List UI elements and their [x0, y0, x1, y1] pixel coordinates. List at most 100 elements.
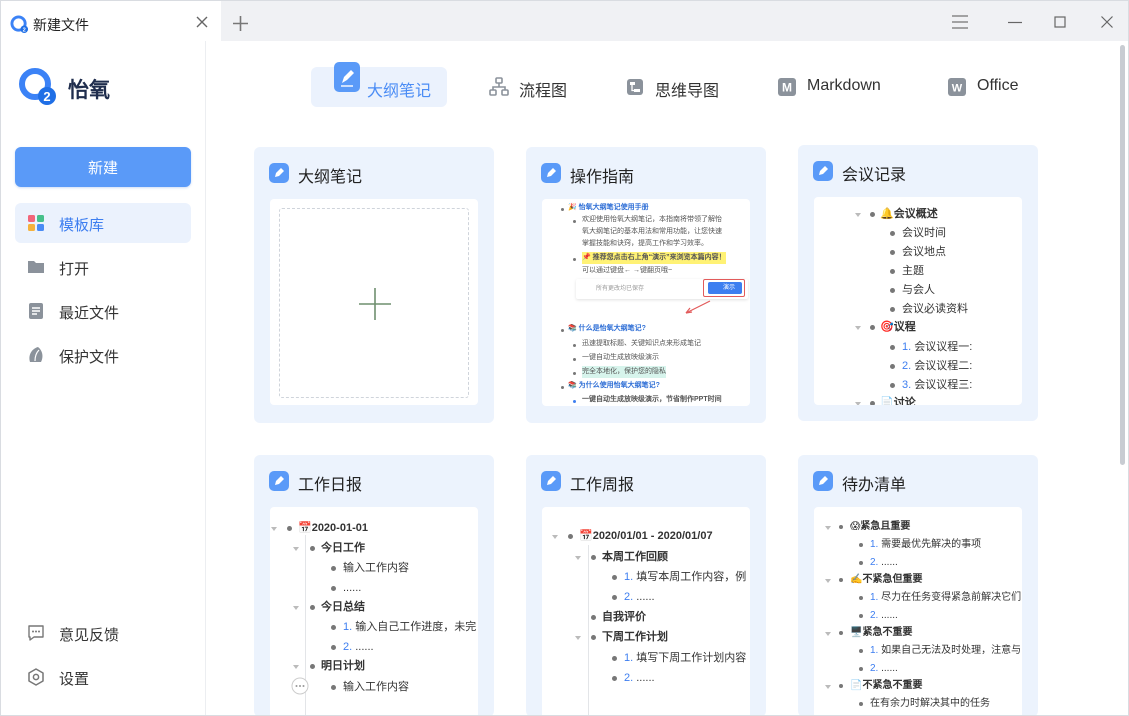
- tab-label: 流程图: [519, 83, 568, 100]
- outline-line: 📄讨论: [880, 397, 916, 405]
- template-card-guide[interactable]: 操作指南 🎉 怡氧大纲笔记使用手册 欢迎使用怡氧大纲笔记，本指南将带领了解怡 氧…: [526, 147, 766, 423]
- card-title: 待办清单: [842, 477, 907, 494]
- scrollbar-thumb[interactable]: [1120, 45, 1125, 465]
- outline-line: 😱紧急且重要: [850, 521, 911, 532]
- sidebar-item-protected[interactable]: 保护文件: [15, 335, 191, 375]
- brand-name: 怡氧: [68, 79, 110, 102]
- outline-note-icon: [813, 471, 833, 491]
- plus-icon[interactable]: [232, 15, 249, 32]
- outline-line: 1. 输入自己工作进度，未完: [343, 621, 477, 633]
- hamburger-icon[interactable]: [951, 13, 969, 31]
- feedback-icon: [28, 625, 44, 641]
- outline-line: 1. 如果自己无法及时处理，注意与: [870, 645, 1022, 656]
- close-icon[interactable]: [195, 15, 209, 29]
- sidebar-item-label: 模板库: [59, 217, 105, 234]
- settings-button[interactable]: 设置: [15, 657, 191, 697]
- tab-mindmap[interactable]: 思维导图: [615, 67, 735, 107]
- sidebar-item-templates[interactable]: 模板库: [15, 203, 191, 243]
- outline-line: 2. 会议议程二:: [902, 360, 973, 372]
- tab-flowchart[interactable]: 流程图: [479, 67, 589, 107]
- more-icon[interactable]: [291, 677, 309, 695]
- card-preview: [270, 199, 478, 405]
- minimize-icon[interactable]: [1006, 13, 1024, 31]
- tab-label: Markdown: [807, 77, 881, 94]
- blank-template-area[interactable]: [279, 208, 469, 398]
- close-window-icon[interactable]: [1098, 13, 1116, 31]
- outline-line: 本周工作回顾: [602, 551, 668, 563]
- outline-line: 📄不紧急不重要: [850, 680, 923, 691]
- outline-line: 今日总结: [321, 601, 365, 613]
- new-button[interactable]: 新建: [15, 147, 191, 187]
- outline-line: 今日工作: [321, 542, 365, 554]
- tab-label: 大纲笔记: [367, 83, 432, 100]
- outline-line: 🎯议程: [880, 321, 916, 333]
- outline-line: 2. ......: [624, 591, 655, 603]
- outline-line: 在有余力时解决其中的任务: [870, 698, 990, 709]
- outline-line: 自我评价: [602, 611, 646, 623]
- sidebar-item-recent[interactable]: 最近文件: [15, 291, 191, 331]
- preview-line: 所有更改均已保存: [596, 286, 645, 292]
- sidebar-item-label: 保护文件: [59, 349, 120, 366]
- template-card-weekly[interactable]: 工作周报 📅2020/01/01 - 2020/01/07 本周工作回顾 1. …: [526, 455, 766, 715]
- settings-icon: [28, 668, 44, 686]
- svg-text:W: W: [952, 83, 963, 95]
- tab-office[interactable]: W Office: [937, 67, 1037, 107]
- preview-line: 掌握技能和诀窍，提高工作和学习效率。: [582, 240, 708, 247]
- sidebar-item-label: 最近文件: [59, 305, 120, 322]
- outline-line: 1. 填写本周工作内容，例: [624, 571, 747, 583]
- outline-line: 主题: [902, 265, 924, 277]
- outline-line: 与会人: [902, 284, 935, 296]
- preview-line: 一键自动生成放映级演示: [582, 354, 659, 361]
- outline-line: 会议时间: [902, 227, 946, 239]
- outline-line: 3. 会议议程三:: [902, 379, 973, 391]
- outline-line: 明日计划: [321, 660, 365, 672]
- folder-icon: [28, 261, 44, 273]
- outline-line: 🖥️紧急不重要: [850, 627, 913, 638]
- outline-line: 会议地点: [902, 246, 946, 258]
- feedback-button[interactable]: 意见反馈: [15, 613, 191, 653]
- preview-line: 演示: [723, 285, 736, 291]
- outline-note-icon: [269, 163, 289, 183]
- outline-line: 1. 尽力在任务变得紧急前解决它们: [870, 592, 1022, 603]
- plus-icon: [359, 288, 391, 320]
- markdown-icon: M: [778, 78, 796, 96]
- preview-line: 📚 为什么使用怡氧大纲笔记?: [568, 382, 660, 389]
- flowchart-icon: [489, 77, 509, 96]
- mindmap-icon: [627, 79, 643, 95]
- tab-outline-note[interactable]: 大纲笔记: [311, 62, 447, 107]
- tab-label: Office: [977, 77, 1019, 94]
- sidebar-item-label: 打开: [59, 261, 90, 278]
- card-preview: 🔔会议概述 会议时间 会议地点 主题 与会人 会议必读资料 🎯议程 1. 会议议…: [814, 197, 1022, 405]
- preview-line: 可以通过键盘← →键翻页哦~: [582, 267, 673, 274]
- sidebar-item-open[interactable]: 打开: [15, 247, 191, 287]
- outline-line: ......: [343, 582, 362, 594]
- feedback-label: 意见反馈: [59, 627, 120, 644]
- outline-line: 📅2020/01/01 - 2020/01/07: [579, 530, 713, 542]
- template-card-todo[interactable]: 待办清单 😱紧急且重要 1. 需要最优先解决的事项 2. ...... ✍️不紧…: [798, 455, 1038, 715]
- document-icon: [29, 303, 43, 319]
- app-window: 2 新建文件 2 怡氧 新建 模板库 打开 最近文件 保护文件 意见反馈 设置 …: [0, 0, 1129, 716]
- preview-line: 氧大纲笔记的基本用法和常用功能，让您快速: [582, 228, 722, 235]
- card-title: 工作周报: [570, 477, 635, 494]
- tab-label: 思维导图: [655, 83, 720, 100]
- template-card-blank[interactable]: 大纲笔记: [254, 147, 494, 423]
- maximize-icon[interactable]: [1051, 13, 1069, 31]
- outline-line: 输入工作内容: [343, 562, 409, 574]
- template-card-daily[interactable]: 工作日报 📅2020-01-01 今日工作 输入工作内容 ...... 今日总结…: [254, 455, 494, 715]
- arrow-icon: [685, 300, 711, 314]
- svg-text:2: 2: [43, 89, 50, 104]
- outline-line: 1. 会议议程一:: [902, 341, 973, 353]
- template-card-meeting[interactable]: 会议记录 🔔会议概述 会议时间 会议地点 主题 与会人 会议必读资料 🎯议程 1…: [798, 145, 1038, 421]
- outline-line: 📅2020-01-01: [298, 522, 368, 534]
- card-title: 操作指南: [570, 169, 635, 186]
- svg-text:2: 2: [23, 28, 26, 34]
- card-preview: 📅2020/01/01 - 2020/01/07 本周工作回顾 1. 填写本周工…: [542, 507, 750, 715]
- title-bar: 2 新建文件: [1, 1, 1128, 41]
- toolbar-preview: 所有更改均已保存 演示: [576, 279, 748, 299]
- card-title: 工作日报: [298, 477, 363, 494]
- card-preview: 😱紧急且重要 1. 需要最优先解决的事项 2. ...... ✍️不紧急但重要 …: [814, 507, 1022, 715]
- card-title: 会议记录: [842, 167, 907, 184]
- app-logo-icon: 2: [19, 68, 56, 105]
- tab-markdown[interactable]: M Markdown: [767, 67, 897, 107]
- document-tab[interactable]: 2 新建文件: [1, 1, 221, 41]
